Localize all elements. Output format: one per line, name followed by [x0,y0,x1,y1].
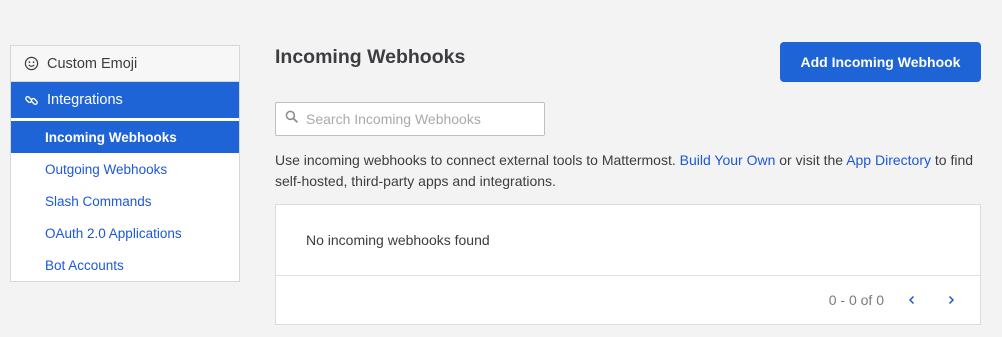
emoji-icon [23,56,39,72]
sidebar-item-slash-commands[interactable]: Slash Commands [11,185,239,217]
description: Use incoming webhooks to connect externa… [275,150,995,192]
add-incoming-webhook-button[interactable]: Add Incoming Webhook [780,42,981,82]
build-your-own-link[interactable]: Build Your Own [680,152,776,168]
search-input[interactable] [306,111,536,127]
webhooks-list: No incoming webhooks found 0 - 0 of 0 [275,204,981,325]
sidebar-item-incoming-webhooks[interactable]: Incoming Webhooks [11,121,239,153]
link-icon [23,92,39,108]
sidebar-item-oauth-applications[interactable]: OAuth 2.0 Applications [11,217,239,249]
integrations-sidebar: Custom Emoji Integrations Incoming Webho… [10,45,240,282]
app-directory-link[interactable]: App Directory [846,152,931,168]
previous-page-button[interactable] [901,289,923,311]
sidebar-item-integrations[interactable]: Integrations [11,82,239,118]
next-page-button[interactable] [940,289,962,311]
sidebar-item-bot-accounts[interactable]: Bot Accounts [11,249,239,281]
description-text: or visit the [775,152,847,168]
sidebar-item-custom-emoji[interactable]: Custom Emoji [11,46,239,82]
page-title: Incoming Webhooks [275,46,466,68]
description-text: Use incoming webhooks to connect externa… [275,152,680,168]
pagination-count: 0 - 0 of 0 [828,292,884,308]
empty-message: No incoming webhooks found [276,205,980,276]
sidebar-item-label: Integrations [47,92,123,108]
sidebar-item-label: Custom Emoji [47,55,138,72]
search-icon [285,110,298,128]
pagination-bar: 0 - 0 of 0 [276,276,980,324]
sidebar-item-outgoing-webhooks[interactable]: Outgoing Webhooks [11,153,239,185]
chevron-left-icon [908,295,915,305]
search-box [275,102,545,136]
chevron-right-icon [948,295,955,305]
